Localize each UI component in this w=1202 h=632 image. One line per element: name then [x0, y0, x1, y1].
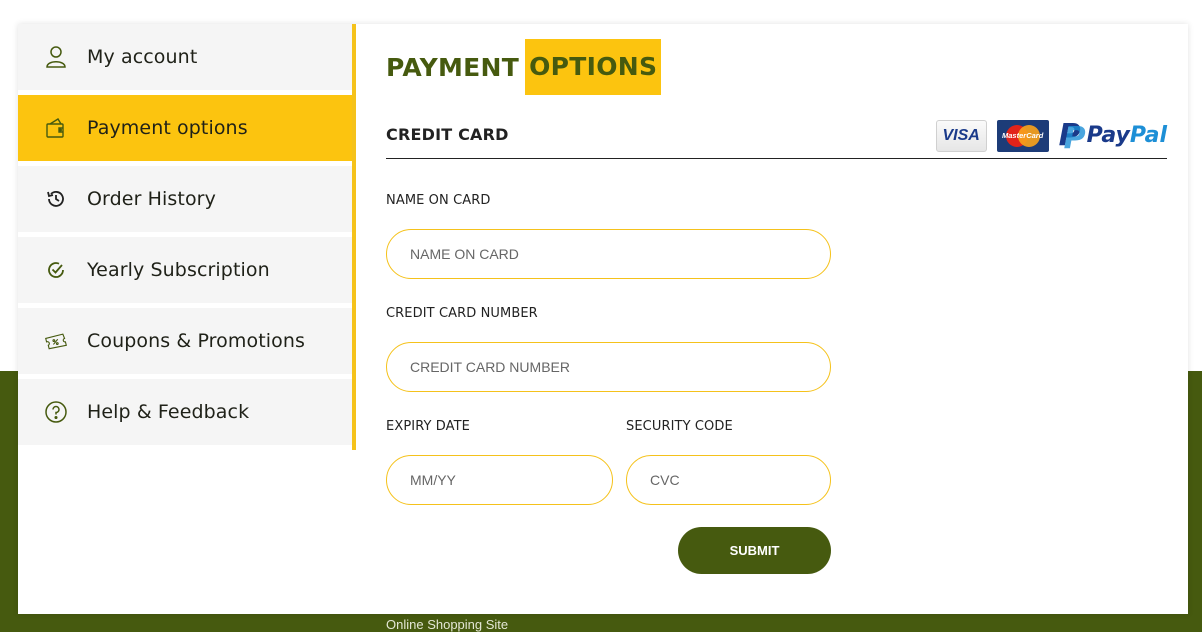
paypal-p-icon: P [1059, 118, 1086, 156]
sidebar-item-payment-options[interactable]: Payment options [18, 95, 352, 161]
sidebar-item-order-history[interactable]: Order History [18, 166, 352, 232]
sidebar-item-coupons-promotions[interactable]: Coupons & Promotions [18, 308, 352, 374]
name-on-card-input[interactable] [386, 229, 831, 279]
coupon-icon [44, 329, 68, 353]
security-code-input[interactable] [626, 455, 831, 505]
card-number-input[interactable] [386, 342, 831, 392]
sidebar-item-label: Yearly Subscription [87, 259, 270, 281]
page-title-part1: PAYMENT [386, 52, 520, 82]
sidebar-item-my-account[interactable]: My account [18, 24, 352, 90]
sidebar-item-label: Help & Feedback [87, 401, 250, 423]
submit-button[interactable]: SUBMIT [678, 527, 831, 574]
mastercard-logo: MasterCard [996, 119, 1049, 152]
footer-text: Online Shopping Site [386, 617, 509, 632]
payment-options-panel: PAYMENT OPTIONS CREDIT CARD VISA MasterC… [386, 24, 1168, 614]
card-number-label: CREDIT CARD NUMBER [386, 306, 538, 321]
sidebar-item-label: Order History [87, 188, 216, 210]
question-icon [44, 400, 68, 424]
sidebar-item-label: Coupons & Promotions [87, 330, 306, 352]
expiry-date-input[interactable] [386, 455, 613, 505]
expiry-date-label: EXPIRY DATE [386, 419, 470, 434]
paypal-logo: P PayPal [1059, 118, 1167, 156]
sidebar-item-label: Payment options [87, 117, 248, 139]
sidebar-divider [352, 24, 356, 450]
sidebar-item-help-feedback[interactable]: Help & Feedback [18, 379, 352, 445]
account-card: My account Payment options Order History… [18, 24, 1188, 614]
section-title: CREDIT CARD [386, 125, 509, 144]
wallet-icon [44, 116, 68, 140]
page-title-highlight: OPTIONS [525, 39, 662, 95]
name-on-card-label: NAME ON CARD [386, 193, 491, 208]
page-title: PAYMENT OPTIONS [386, 39, 662, 95]
user-icon [44, 45, 68, 69]
credit-card-section-header: CREDIT CARD VISA MasterCard P PayPal [386, 110, 1167, 159]
payment-logos: VISA MasterCard P PayPal [935, 118, 1167, 156]
sidebar-item-yearly-subscription[interactable]: Yearly Subscription [18, 237, 352, 303]
visa-logo: VISA [935, 119, 987, 152]
security-code-label: SECURITY CODE [626, 419, 733, 434]
sidebar-item-label: My account [87, 46, 198, 68]
history-icon [44, 187, 68, 211]
check-circle-icon [44, 258, 68, 282]
